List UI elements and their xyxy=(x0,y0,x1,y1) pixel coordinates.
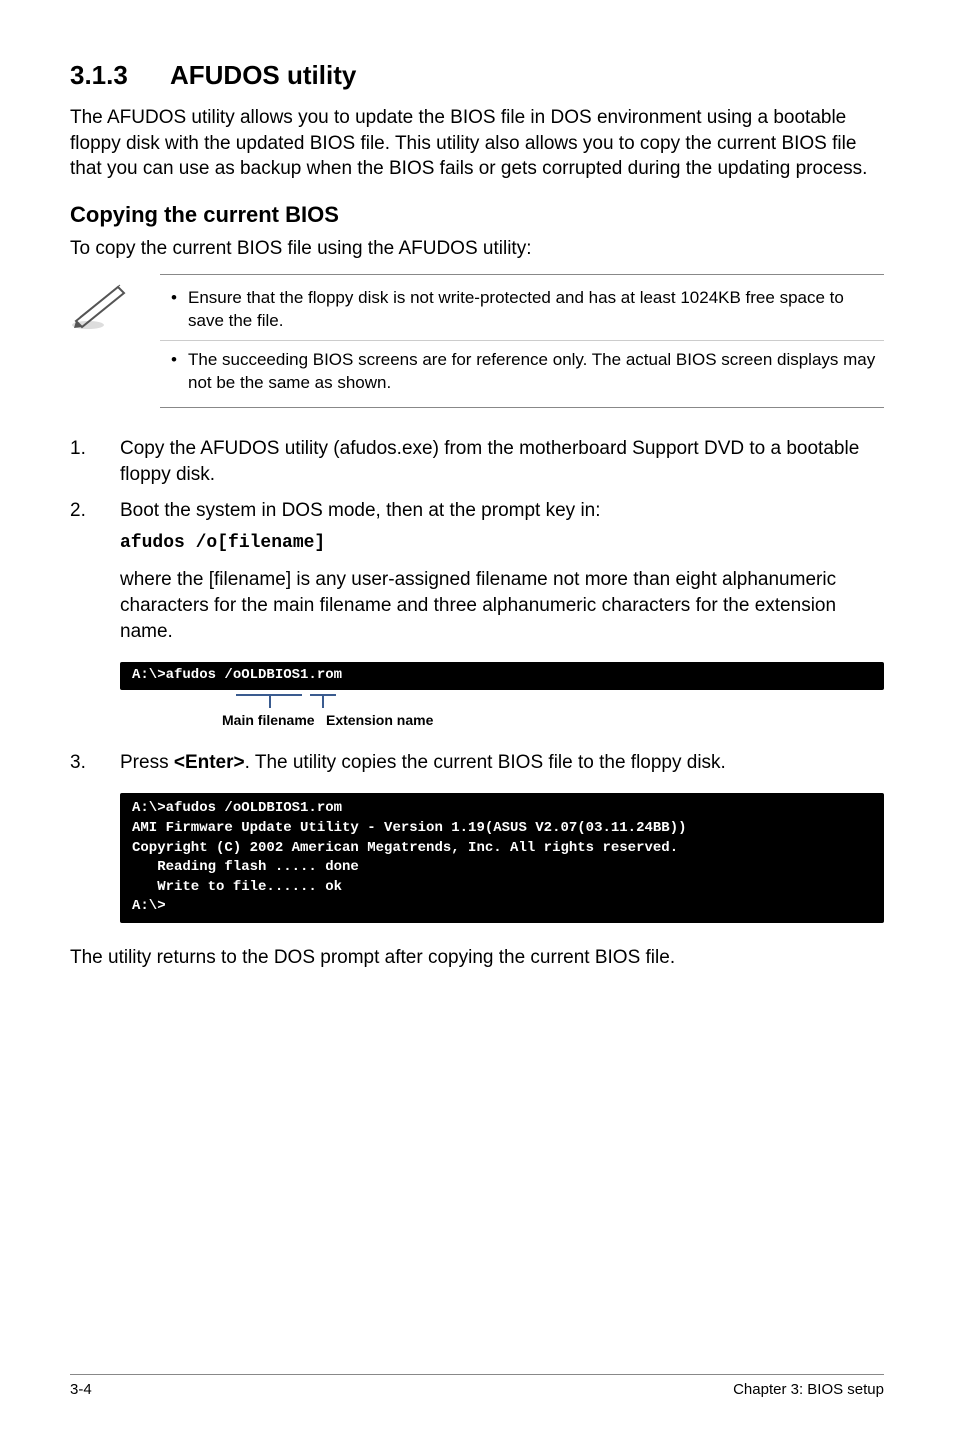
note-separator xyxy=(160,340,884,341)
page-number: 3-4 xyxy=(70,1381,92,1398)
terminal-output: A:\>afudos /oOLDBIOS1.rom xyxy=(120,662,884,690)
step-item: 3. Press <Enter>. The utility copies the… xyxy=(70,750,884,776)
underline-tick xyxy=(322,694,324,708)
note-item: • The succeeding BIOS screens are for re… xyxy=(160,345,884,399)
section-title: AFUDOS utility xyxy=(170,60,356,90)
section-number: 3.1.3 xyxy=(70,60,170,91)
bullet-dot: • xyxy=(160,287,188,333)
section-heading: 3.1.3AFUDOS utility xyxy=(70,60,884,91)
enter-key: <Enter> xyxy=(174,752,245,773)
sub-intro: To copy the current BIOS file using the … xyxy=(70,236,884,262)
chapter-label: Chapter 3: BIOS setup xyxy=(733,1381,884,1398)
extension-name-label: Extension name xyxy=(326,712,433,728)
closing-paragraph: The utility returns to the DOS prompt af… xyxy=(70,945,884,971)
command-text: afudos /o[filename] xyxy=(120,533,884,553)
note-item: • Ensure that the floppy disk is not wri… xyxy=(160,283,884,337)
step-number: 1. xyxy=(70,436,120,487)
where-paragraph: where the [filename] is any user-assigne… xyxy=(120,567,884,644)
step3-suffix: . The utility copies the current BIOS fi… xyxy=(245,752,726,773)
filename-callout: Main filename Extension name xyxy=(120,694,884,744)
note-text: The succeeding BIOS screens are for refe… xyxy=(188,349,884,395)
step-number: 2. xyxy=(70,498,120,524)
pencil-note-icon xyxy=(70,281,130,331)
underline-tick xyxy=(269,694,271,708)
step3-prefix: Press xyxy=(120,752,174,773)
terminal-output: A:\>afudos /oOLDBIOS1.rom AMI Firmware U… xyxy=(120,793,884,923)
step-text: Copy the AFUDOS utility (afudos.exe) fro… xyxy=(120,436,884,487)
bullet-dot: • xyxy=(160,349,188,395)
note-text: Ensure that the floppy disk is not write… xyxy=(188,287,884,333)
step-item: 2. Boot the system in DOS mode, then at … xyxy=(70,498,884,524)
step-number: 3. xyxy=(70,750,120,776)
intro-paragraph: The AFUDOS utility allows you to update … xyxy=(70,105,884,182)
subheading: Copying the current BIOS xyxy=(70,202,884,228)
step-text: Boot the system in DOS mode, then at the… xyxy=(120,498,884,524)
note-box: • Ensure that the floppy disk is not wri… xyxy=(160,274,884,409)
step-text: Press <Enter>. The utility copies the cu… xyxy=(120,750,884,776)
main-filename-label: Main filename xyxy=(222,712,315,728)
step-item: 1. Copy the AFUDOS utility (afudos.exe) … xyxy=(70,436,884,487)
page-footer: 3-4 Chapter 3: BIOS setup xyxy=(70,1374,884,1398)
